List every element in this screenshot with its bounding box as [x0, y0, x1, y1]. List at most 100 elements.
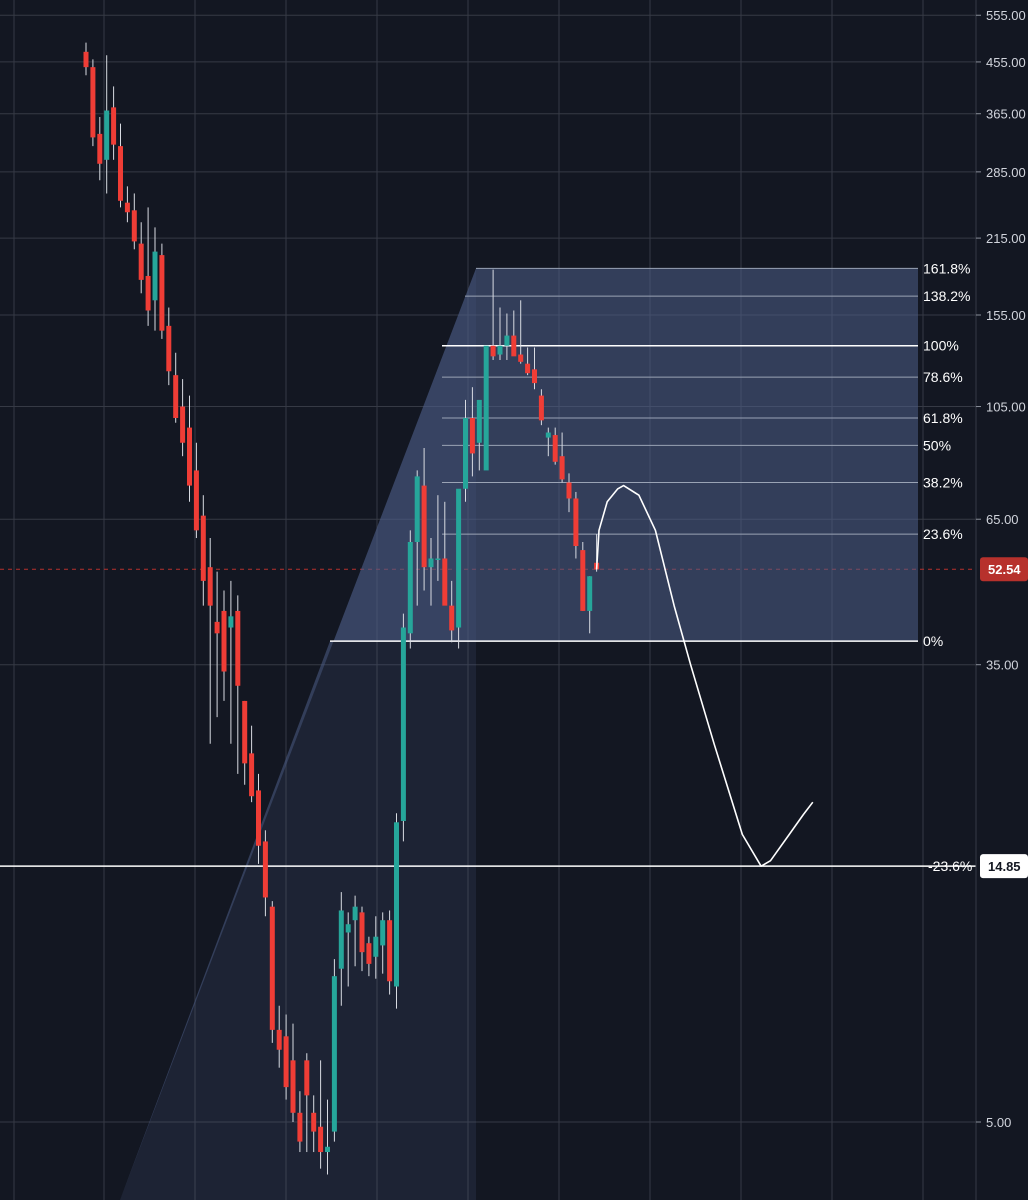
- candle-body: [359, 912, 365, 953]
- candle-body: [518, 354, 524, 362]
- candle-body: [511, 335, 517, 357]
- candle-up: [400, 613, 406, 842]
- candle-body: [552, 435, 558, 462]
- price-axis-background: [976, 0, 1028, 1200]
- candle-body: [187, 427, 192, 486]
- candle-body: [394, 822, 399, 987]
- candle-body: [297, 1112, 303, 1142]
- candle-body: [207, 567, 213, 606]
- price-chart[interactable]: 161.8% 138.2% 100% 78.6% 61.8% 50% 38.2% 23.6% 0…: [0, 0, 1028, 1200]
- price-axis-label: 365.00: [986, 107, 1026, 122]
- candle-body: [262, 841, 268, 898]
- candle-body: [414, 476, 420, 542]
- candle-down: [90, 59, 96, 147]
- candle-up: [483, 345, 489, 471]
- fib-level-label: 138.2%: [923, 288, 970, 304]
- candle-body: [152, 251, 158, 301]
- candle-body: [311, 1112, 317, 1132]
- candle-body: [304, 1060, 310, 1096]
- price-axis-label: 285.00: [986, 165, 1026, 180]
- candle-body: [469, 417, 475, 454]
- fib-level-label: 23.6%: [923, 526, 963, 542]
- candle-body: [228, 616, 234, 628]
- candle-body: [573, 498, 579, 547]
- candle-body: [421, 485, 427, 568]
- price-axis-label: 555.00: [986, 8, 1026, 23]
- price-axis-label: 5.00: [986, 1115, 1011, 1130]
- candle-body: [242, 700, 248, 764]
- candle-body: [318, 1126, 324, 1153]
- candle-body: [235, 610, 241, 686]
- candle-body: [90, 67, 96, 138]
- price-axis-label: 215.00: [986, 231, 1026, 246]
- chart-root: 161.8% 138.2% 100% 78.6% 61.8% 50% 38.2% 23.6% 0…: [0, 0, 1028, 1200]
- candle-body: [131, 210, 137, 242]
- candle-body: [483, 345, 489, 471]
- candle-body: [173, 375, 179, 418]
- candle-body: [325, 1146, 330, 1153]
- candle-body: [435, 558, 441, 560]
- candle-body: [159, 255, 165, 331]
- candle-body: [587, 576, 593, 611]
- fib-level-label: 100%: [923, 338, 959, 354]
- candle-body: [111, 107, 117, 145]
- candle-body: [338, 910, 344, 969]
- candle-body: [456, 488, 462, 628]
- candle-up: [456, 488, 462, 649]
- candle-body: [400, 627, 406, 821]
- candle-body: [580, 550, 586, 611]
- price-axis-label: 105.00: [986, 400, 1026, 415]
- candle-body: [497, 345, 503, 355]
- fib-level-label: 50%: [923, 437, 951, 453]
- candle-body: [138, 243, 144, 280]
- price-axis[interactable]: 555.00 455.00 365.00 285.00 215.00 155.00 105.…: [975, 0, 1028, 1200]
- candle-body: [193, 470, 199, 531]
- price-axis-label: 455.00: [986, 55, 1026, 70]
- candle-body: [180, 406, 186, 443]
- candle-body: [407, 541, 413, 634]
- candle-body: [463, 417, 468, 489]
- candle-body: [166, 325, 172, 372]
- candle-body: [269, 906, 275, 1030]
- candle-body: [532, 369, 537, 384]
- candle-body: [559, 456, 565, 480]
- candle-up: [407, 530, 413, 649]
- fib-level-label: 161.8%: [923, 260, 970, 276]
- candle-body: [504, 335, 510, 346]
- candle-body: [145, 275, 151, 311]
- candle-body: [221, 610, 227, 672]
- candle-body: [276, 1029, 282, 1050]
- candle-body: [283, 1036, 289, 1088]
- candle-body: [249, 753, 255, 797]
- candle-body: [83, 51, 89, 68]
- candle-body: [490, 345, 496, 357]
- candle-body: [256, 790, 261, 846]
- price-axis-label: 155.00: [986, 308, 1026, 323]
- level-price-tag-label: 14.85: [988, 859, 1021, 874]
- candle-body: [538, 395, 544, 421]
- last-price-tag: 52.54: [980, 557, 1028, 582]
- candle-body: [97, 133, 103, 164]
- candle-body: [525, 363, 531, 374]
- candle-body: [373, 936, 379, 957]
- candle-body: [352, 906, 358, 921]
- fib-level-label: 78.6%: [923, 369, 963, 385]
- candle-down: [159, 243, 165, 339]
- candle-body: [118, 146, 123, 201]
- candle-body: [476, 399, 482, 443]
- candle-body: [566, 482, 572, 499]
- candle-body: [290, 1060, 296, 1113]
- candle-body: [366, 943, 372, 964]
- price-axis-label: 35.00: [986, 658, 1019, 673]
- candle-body: [387, 920, 393, 982]
- fib-level-label: 0%: [923, 633, 943, 649]
- candle-body: [442, 558, 448, 606]
- fib-level-label: -23.6%: [928, 858, 972, 874]
- candle-down: [269, 901, 275, 1043]
- fib-level-label: 61.8%: [923, 410, 963, 426]
- candle-body: [428, 558, 434, 568]
- candle-body: [380, 920, 386, 946]
- candle-body: [200, 515, 206, 581]
- candle-body: [124, 202, 130, 213]
- last-price-tag-label: 52.54: [988, 562, 1021, 577]
